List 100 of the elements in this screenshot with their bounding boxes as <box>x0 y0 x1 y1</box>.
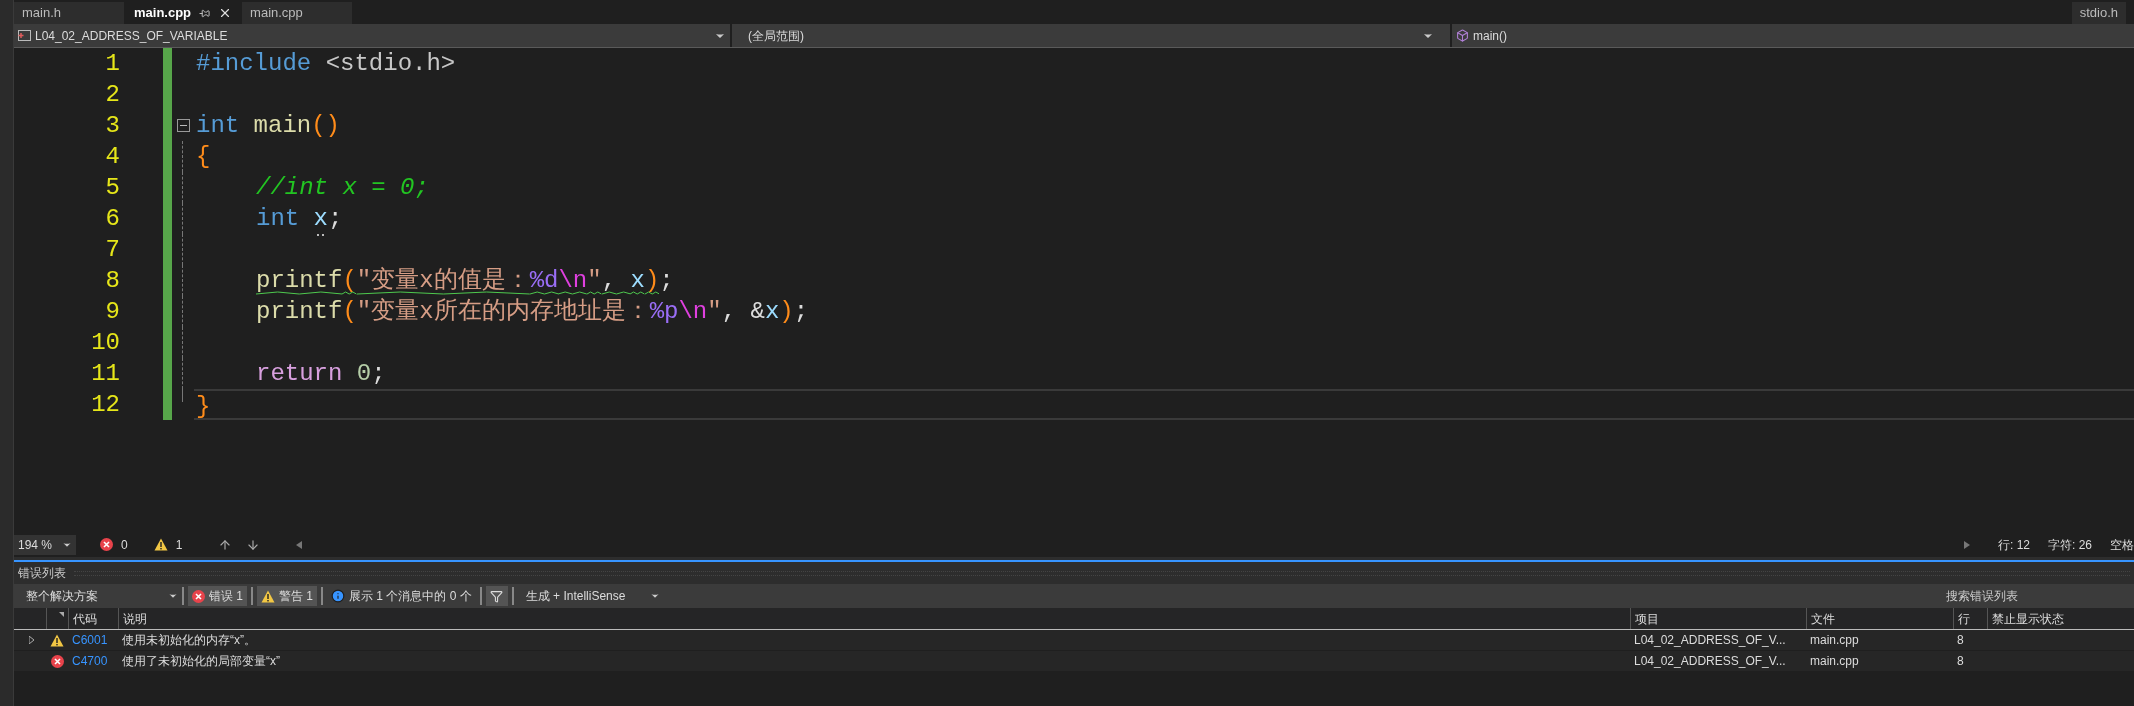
panel-title: 错误列表 <box>18 565 66 582</box>
code-token: ; <box>659 267 674 294</box>
code-token: , <box>601 267 618 294</box>
scroll-right-icon[interactable] <box>1963 540 1970 549</box>
code-token: ( <box>342 298 357 325</box>
line-number: 8 <box>104 266 120 296</box>
code-token: { <box>196 143 211 170</box>
column-header[interactable]: 禁止显示状态 <box>1987 608 2134 629</box>
line-number: 9 <box>104 297 120 327</box>
line-indicator: 行: 12 <box>1997 536 2030 554</box>
cube-icon <box>1456 29 1469 42</box>
code-token: 0 <box>356 360 372 387</box>
code-token: int <box>196 112 241 139</box>
project-dropdown[interactable]: L04_02_ADDRESS_OF_VARIABLE <box>14 24 732 47</box>
dropdown-arrow-icon <box>649 591 660 601</box>
line-cell-text: 8 <box>1956 653 1965 670</box>
scroll-left-icon[interactable] <box>296 540 303 549</box>
dropdown-arrow-icon <box>168 591 178 601</box>
column-header[interactable]: 行 <box>1953 608 1987 629</box>
code-token: "变量x所在的内存地址是： <box>356 298 650 325</box>
code-token: ( <box>342 267 357 294</box>
code-token: ) <box>644 267 660 294</box>
line-number: 6 <box>104 204 120 234</box>
file-tab[interactable]: main.h <box>14 2 124 24</box>
filter-toggle[interactable]: 错误 1 <box>188 586 247 606</box>
error-icon <box>50 654 64 668</box>
line-number: 5 <box>104 173 120 203</box>
line-number: 1 <box>104 49 120 79</box>
error-icon <box>100 538 113 551</box>
code-token: \n <box>678 298 708 325</box>
filter-icon <box>490 589 504 603</box>
column-header[interactable]: 项目 <box>1630 608 1806 629</box>
column-header[interactable]: 说明 <box>118 608 1630 629</box>
file-cell-text: main.cpp <box>1809 632 1860 649</box>
project-cell-text: L04_02_ADDRESS_OF_V... <box>1633 632 1787 649</box>
source-dropdown[interactable]: 生成 + IntelliSense <box>517 586 668 606</box>
scope-dropdown[interactable]: 整个解决方案 <box>18 586 178 606</box>
warning-icon <box>50 633 64 647</box>
code-token: int <box>256 205 301 232</box>
error-count[interactable]: 0 <box>100 535 128 554</box>
code-token: #include <box>196 50 313 77</box>
file-tab[interactable]: main.cpp <box>242 2 353 24</box>
search-field[interactable]: 搜索错误列表 <box>1946 586 2126 606</box>
code-token: printf <box>256 298 343 325</box>
code-token: //int x = 0; <box>256 174 429 201</box>
line-number: 10 <box>90 328 120 358</box>
filter-button[interactable] <box>485 586 508 606</box>
info-icon <box>331 589 346 603</box>
filter-toggle[interactable]: 展示 1 个消息中的 0 个 <box>327 586 476 606</box>
line-number: 7 <box>104 235 120 265</box>
column-header[interactable]: 文件 <box>1806 608 1953 629</box>
code-link[interactable]: C6001 <box>68 631 118 649</box>
expand-arrow-icon[interactable] <box>29 636 34 644</box>
code-token: return <box>256 360 344 387</box>
warning-icon <box>261 589 275 603</box>
file-tab[interactable]: stdio.h <box>2071 2 2126 24</box>
code-token: } <box>196 393 211 420</box>
sort-icon <box>59 612 64 617</box>
column-header[interactable]: 代码 <box>68 608 118 629</box>
code-token: x <box>764 298 780 325</box>
code-token: printf <box>256 267 343 294</box>
code-token: ) <box>779 298 794 325</box>
warning-icon <box>153 538 168 551</box>
error-icon <box>192 589 205 603</box>
code-token: "变量x的值是： <box>356 267 530 294</box>
description-cell-text: 使用未初始化的内存“x”。 <box>121 632 257 649</box>
warning-count[interactable]: 1 <box>153 535 183 554</box>
pin-icon[interactable] <box>199 7 211 19</box>
line-number: 3 <box>104 111 120 141</box>
code-token: main <box>253 112 312 139</box>
code-token: <stdio.h> <box>325 50 456 77</box>
scope-dropdown[interactable]: (全局范围) <box>732 24 1452 47</box>
line-number: 12 <box>90 390 120 420</box>
line-cell-text: 8 <box>1956 632 1965 649</box>
file-cell-text: main.cpp <box>1809 653 1860 670</box>
line-number: 11 <box>90 359 120 389</box>
filter-toggle[interactable]: 警告 1 <box>257 586 318 606</box>
code-token: ; <box>328 205 343 232</box>
code-token: () <box>311 112 341 139</box>
line-number: 2 <box>104 80 120 110</box>
zoom-dropdown[interactable]: 194 % <box>14 534 76 555</box>
code-token: x <box>313 205 328 232</box>
code-token: " <box>587 267 602 294</box>
code-token: ; <box>371 360 386 387</box>
project-cell-text: L04_02_ADDRESS_OF_V... <box>1633 653 1787 670</box>
description-cell-text: 使用了未初始化的局部变量“x” <box>121 653 281 670</box>
member-dropdown[interactable]: main() <box>1452 24 2134 47</box>
code-token: " <box>707 298 722 325</box>
collapse-icon[interactable] <box>176 119 190 132</box>
code-link[interactable]: C4700 <box>68 652 118 670</box>
line-number: 4 <box>104 142 120 172</box>
code-token: \n <box>558 267 588 294</box>
code-token: %d <box>529 267 559 294</box>
code-token: , & <box>721 298 765 325</box>
indent-indicator: 空格 <box>2110 536 2134 554</box>
column-indicator: 字符: 26 <box>2048 536 2092 554</box>
code-token: ; <box>793 298 809 325</box>
code-token: x <box>630 267 645 294</box>
code-token: %p <box>649 298 679 325</box>
project-icon <box>18 30 31 41</box>
